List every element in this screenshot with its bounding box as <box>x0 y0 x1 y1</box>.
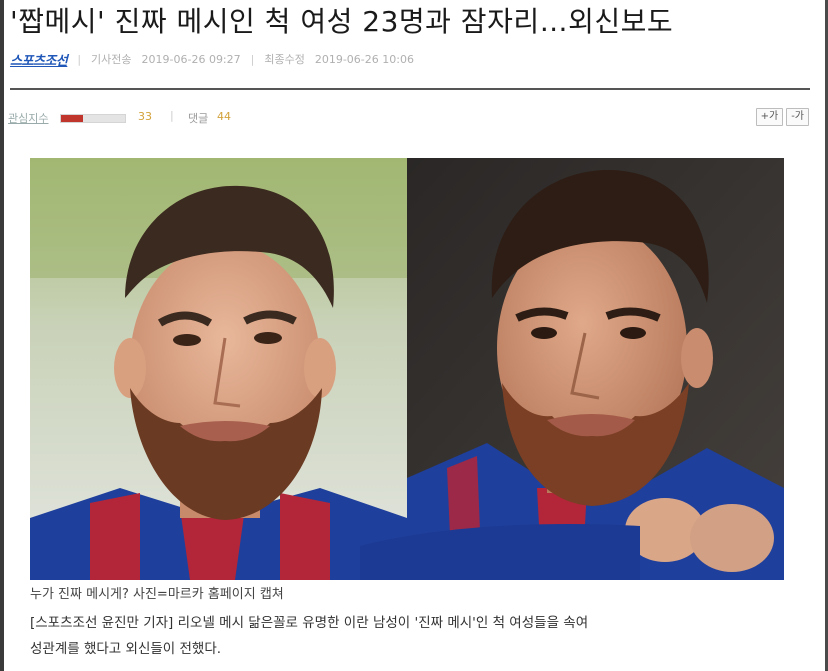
photo-caption: 누가 진짜 메시게? 사진=마르카 홈페이지 캡쳐 <box>30 587 284 602</box>
article-photo <box>30 158 784 580</box>
font-increase-button[interactable]: +가 <box>755 108 784 126</box>
article-meta: 스포츠조선 | 기사전송 2019-06-26 09:27 | 최종수정 201… <box>10 48 414 70</box>
interest-bar-fill <box>61 115 84 122</box>
interest-bar <box>60 114 126 123</box>
published-time: 2019-06-26 09:27 <box>141 52 241 66</box>
meta-divider: | <box>77 52 82 66</box>
updated-label: 최종수정 <box>264 53 305 66</box>
article-headline: '짭메시' 진짜 메시인 척 여성 23명과 잠자리…외신보도 <box>10 5 674 38</box>
published-label: 기사전송 <box>91 53 132 66</box>
body-line: 성관계를 했다고 외신들이 전했다. <box>30 641 222 657</box>
font-size-controls: +가 -가 <box>755 108 809 126</box>
stats-divider: | <box>170 109 174 122</box>
comment-count[interactable]: 44 <box>217 110 231 123</box>
body-line: [스포츠조선 윤진만 기자] 리오넬 메시 닮은꼴로 유명한 이란 남성이 '진… <box>30 615 589 631</box>
article-body: [스포츠조선 윤진만 기자] 리오넬 메시 닮은꼴로 유명한 이란 남성이 '진… <box>30 610 800 662</box>
left-border <box>0 0 4 671</box>
article-stats: 관심지수 33 | 댓글 44 +가 -가 <box>8 106 813 128</box>
meta-divider: | <box>250 52 255 66</box>
lookalike-photo <box>30 158 407 580</box>
source-logo[interactable]: 스포츠조선 <box>10 50 68 69</box>
arm-overlay <box>360 524 640 580</box>
headline-divider <box>10 88 810 90</box>
article-page: '짭메시' 진짜 메시인 척 여성 23명과 잠자리…외신보도 스포츠조선 | … <box>0 0 828 671</box>
interest-label[interactable]: 관심지수 <box>8 110 48 126</box>
font-decrease-button[interactable]: -가 <box>786 108 809 126</box>
interest-value: 33 <box>138 110 152 123</box>
comment-label[interactable]: 댓글 <box>188 110 208 126</box>
updated-time: 2019-06-26 10:06 <box>314 52 414 66</box>
